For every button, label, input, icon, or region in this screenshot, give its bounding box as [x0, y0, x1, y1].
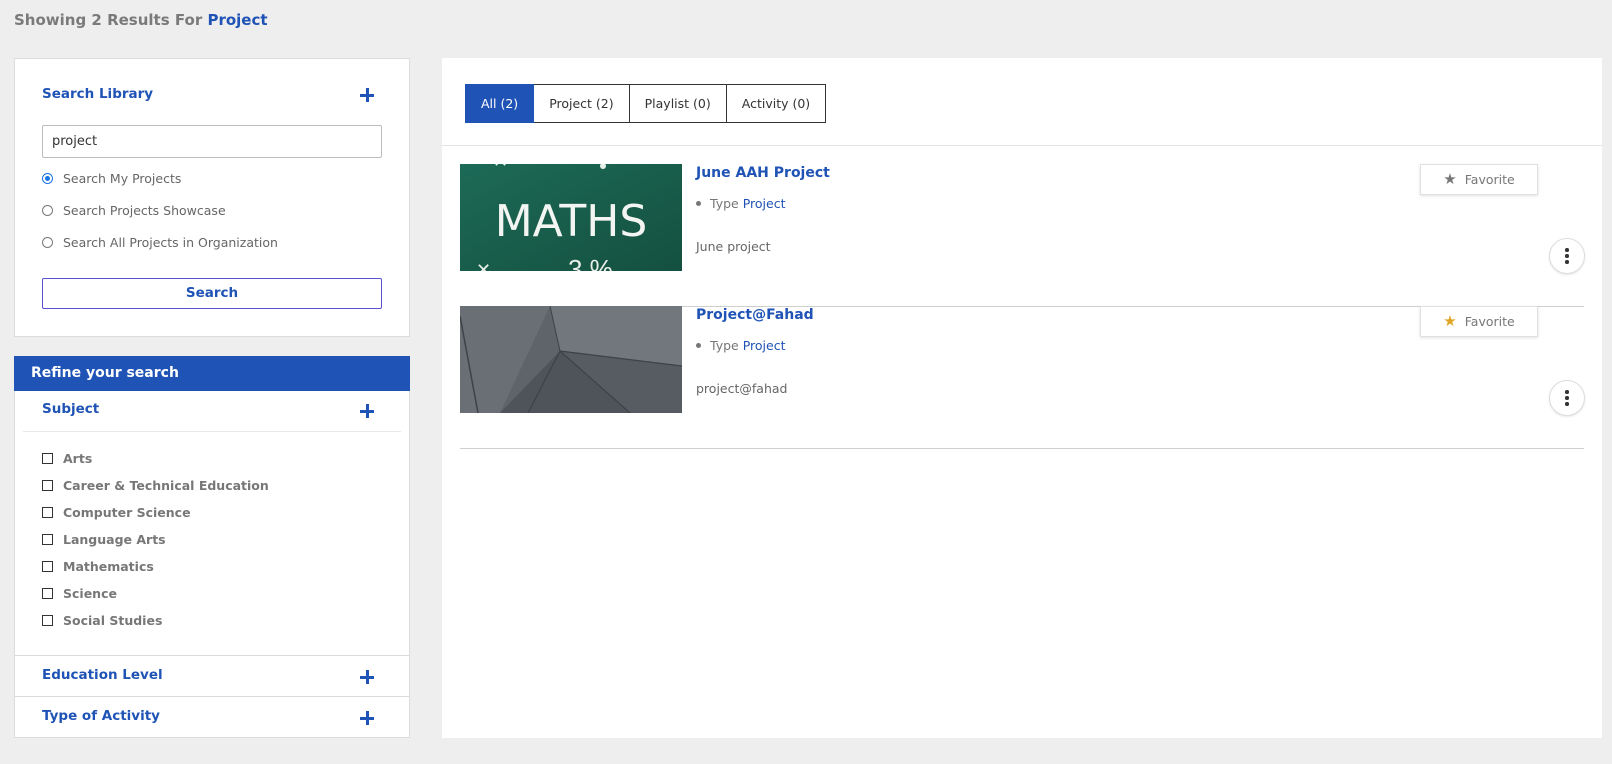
education-level-filter-title[interactable]: Education Level: [42, 667, 163, 683]
radio-search-all-projects[interactable]: Search All Projects in Organization: [42, 235, 278, 250]
results-panel: All (2) Project (2) Playlist (0) Activit…: [442, 58, 1602, 738]
radio-button[interactable]: [42, 237, 53, 248]
refine-search-panel: Subject Arts Career & Technical Educatio…: [14, 391, 410, 738]
type-label: Type: [710, 196, 739, 211]
result-type: Type Project: [696, 196, 786, 211]
result-title[interactable]: Project@Fahad: [696, 307, 814, 323]
type-of-activity-filter-title[interactable]: Type of Activity: [42, 708, 160, 724]
kebab-dot: [1565, 396, 1569, 400]
radio-search-my-projects[interactable]: Search My Projects: [42, 171, 181, 186]
favorite-button[interactable]: ★ Favorite: [1420, 164, 1538, 195]
radio-search-projects-showcase[interactable]: Search Projects Showcase: [42, 203, 226, 218]
refine-search-header: Refine your search: [14, 356, 410, 391]
checkbox-label: Computer Science: [63, 505, 191, 520]
subject-checkbox-science[interactable]: Science: [42, 586, 117, 601]
svg-text:✕: ✕: [493, 164, 508, 171]
divider: [15, 696, 409, 697]
tab-activity[interactable]: Activity (0): [726, 84, 827, 123]
favorite-button[interactable]: ★ Favorite: [1420, 306, 1538, 337]
checkbox-label: Mathematics: [63, 559, 154, 574]
result-tabs: All (2) Project (2) Playlist (0) Activit…: [465, 84, 827, 123]
search-library-panel: Search Library Search My Projects Search…: [14, 58, 410, 337]
checkbox[interactable]: [42, 480, 53, 491]
radio-label: Search All Projects in Organization: [63, 235, 278, 250]
star-icon: ★: [1443, 312, 1457, 330]
checkbox-label: Arts: [63, 451, 93, 466]
divider: [15, 655, 409, 656]
checkbox[interactable]: [42, 453, 53, 464]
subject-checkbox-social-studies[interactable]: Social Studies: [42, 613, 162, 628]
kebab-dot: [1565, 248, 1569, 252]
bullet: [696, 343, 701, 348]
checkbox[interactable]: [42, 534, 53, 545]
checkbox[interactable]: [42, 507, 53, 518]
project-thumbnail[interactable]: [460, 306, 682, 413]
results-heading: Showing 2 Results For Project: [14, 11, 268, 29]
results-count-text: Showing 2 Results For: [14, 11, 203, 29]
tab-all[interactable]: All (2): [465, 84, 535, 123]
plus-icon[interactable]: [360, 670, 374, 684]
svg-text:✕: ✕: [476, 260, 491, 271]
result-title[interactable]: June AAH Project: [696, 165, 830, 181]
project-thumbnail[interactable]: ✕ MATHS ✕ 3 %: [460, 164, 682, 271]
favorite-label: Favorite: [1464, 314, 1515, 329]
radio-label: Search My Projects: [63, 171, 182, 186]
checkbox[interactable]: [42, 588, 53, 599]
more-options-button[interactable]: [1549, 238, 1585, 274]
tab-project[interactable]: Project (2): [534, 84, 630, 123]
result-type: Type Project: [696, 338, 786, 353]
divider: [442, 145, 1602, 146]
svg-text:3 %: 3 %: [568, 254, 613, 271]
checkbox-label: Career & Technical Education: [63, 478, 269, 493]
result-item: ✕ MATHS ✕ 3 % June AAH Project Type Proj…: [460, 164, 1585, 307]
checkbox[interactable]: [42, 615, 53, 626]
radio-label: Search Projects Showcase: [63, 203, 226, 218]
radio-button[interactable]: [42, 205, 53, 216]
plus-icon[interactable]: [360, 404, 374, 418]
kebab-dot: [1565, 390, 1569, 394]
results-query: Project: [207, 11, 268, 29]
plus-icon[interactable]: [360, 711, 374, 725]
thumbnail-text: MATHS: [495, 196, 648, 247]
type-value[interactable]: Project: [743, 196, 786, 211]
more-options-button[interactable]: [1549, 380, 1585, 416]
subject-checkbox-computer-science[interactable]: Computer Science: [42, 505, 191, 520]
subject-checkbox-arts[interactable]: Arts: [42, 451, 92, 466]
search-library-title: Search Library: [42, 86, 154, 102]
tab-playlist[interactable]: Playlist (0): [629, 84, 727, 123]
plus-icon[interactable]: [360, 88, 374, 102]
radio-button[interactable]: [42, 173, 53, 184]
subject-checkbox-mathematics[interactable]: Mathematics: [42, 559, 154, 574]
checkbox-label: Social Studies: [63, 613, 163, 628]
divider: [23, 431, 401, 432]
kebab-dot: [1565, 260, 1569, 264]
star-icon: ★: [1443, 170, 1457, 188]
favorite-label: Favorite: [1464, 172, 1515, 187]
checkbox[interactable]: [42, 561, 53, 572]
subject-filter-title[interactable]: Subject: [42, 401, 99, 417]
search-input[interactable]: [42, 125, 382, 158]
result-item: Project@Fahad Type Project project@fahad…: [460, 306, 1585, 449]
type-value[interactable]: Project: [743, 338, 786, 353]
bullet: [696, 201, 701, 206]
subject-checkbox-career-technical[interactable]: Career & Technical Education: [42, 478, 269, 493]
subject-checkbox-language-arts[interactable]: Language Arts: [42, 532, 166, 547]
checkbox-label: Science: [63, 586, 117, 601]
result-description: June project: [696, 239, 771, 254]
checkbox-label: Language Arts: [63, 532, 166, 547]
result-description: project@fahad: [696, 381, 788, 396]
kebab-dot: [1565, 402, 1569, 406]
search-button[interactable]: Search: [42, 278, 382, 309]
type-label: Type: [710, 338, 739, 353]
kebab-dot: [1565, 254, 1569, 258]
